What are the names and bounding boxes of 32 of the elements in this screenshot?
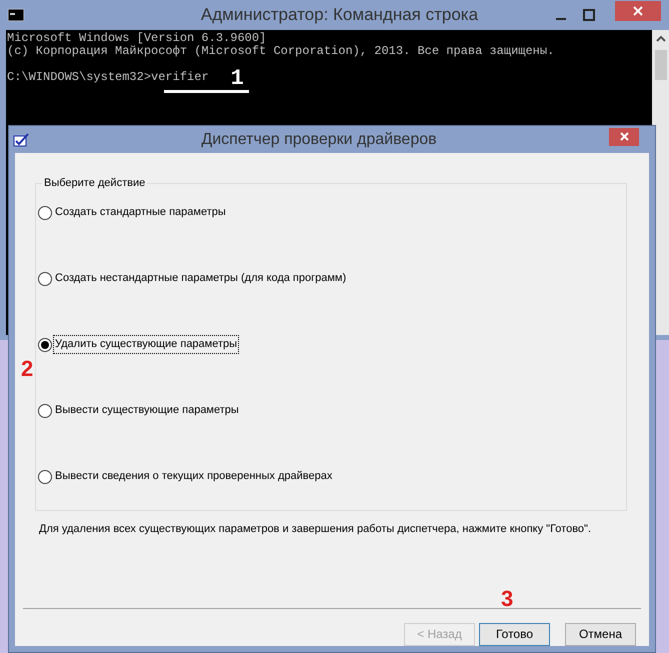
close-button[interactable] <box>615 1 661 21</box>
radio-label[interactable]: Создать нестандартные параметры (для кода программ) <box>53 269 348 288</box>
scroll-up-icon[interactable] <box>656 34 666 44</box>
radio-label[interactable]: Вывести существующие параметры <box>53 401 241 420</box>
radio-button[interactable] <box>38 338 52 352</box>
maximize-icon[interactable] <box>583 9 595 21</box>
scroll-thumb[interactable] <box>654 50 666 80</box>
radio-label[interactable]: Удалить существующие параметры <box>53 335 240 354</box>
console-line: Microsoft Windows [Version 6.3.9600] <box>7 32 268 45</box>
annotation-number: 2 <box>21 358 34 380</box>
console-icon <box>8 9 24 21</box>
dialog-button[interactable]: Готово <box>479 622 550 646</box>
dialog-title: Диспетчер проверки драйверов <box>200 130 438 150</box>
radio-button[interactable] <box>38 272 52 286</box>
radio-button[interactable] <box>38 206 52 220</box>
radio-label[interactable]: Вывести сведения о текущих проверенных драйверах <box>53 467 334 486</box>
window-title: Администратор: Командная строка <box>200 4 480 26</box>
close-icon <box>620 132 628 141</box>
annotation-number: 3 <box>501 588 514 610</box>
group-label: Выберите действие <box>42 175 148 192</box>
dialog-button[interactable]: Отмена <box>565 622 636 646</box>
console-prompt: C:\WINDOWS\system32> <box>7 71 152 84</box>
console-line: (c) Корпорация Майкрософт (Microsoft Corporation), 2013. Все права защищены. <box>7 45 556 58</box>
console-command: verifier <box>151 71 209 84</box>
radio-button[interactable] <box>38 470 52 484</box>
close-icon <box>633 6 643 16</box>
radio-label[interactable]: Создать стандартные параметры <box>53 203 228 222</box>
checkmark-icon <box>13 132 29 146</box>
annotation-number: 1 <box>230 69 244 89</box>
close-button[interactable] <box>609 128 639 146</box>
description-text: Для удаления всех существующих параметров и завершения работы диспетчера, нажмите кнопку "Готово". <box>39 522 592 537</box>
radio-button[interactable] <box>38 404 52 418</box>
